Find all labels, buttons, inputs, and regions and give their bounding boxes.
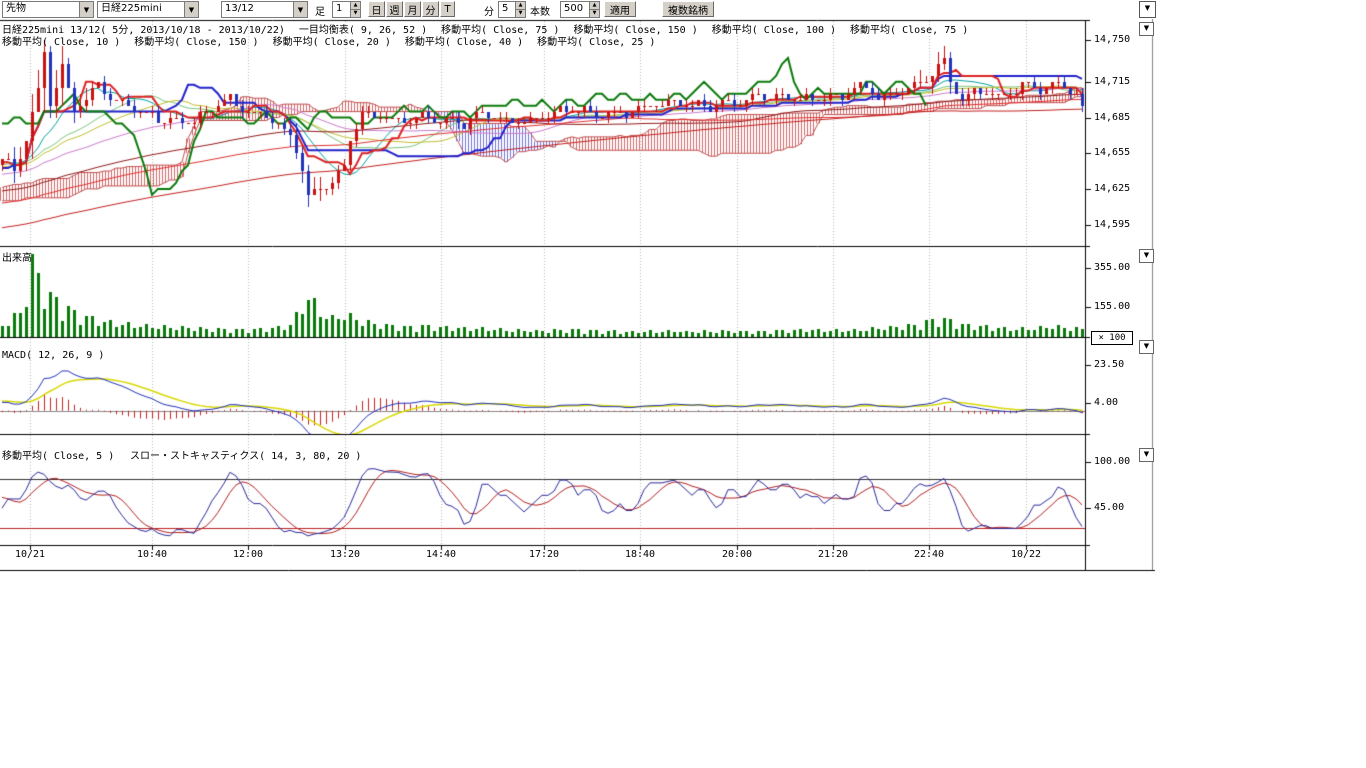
chevron-down-icon[interactable]: ▼ — [184, 2, 198, 17]
x-axis-label: 10/21 — [15, 549, 45, 560]
legend-item: 移動平均( Close, 25 ) — [537, 37, 655, 48]
trading-chart-window: 先物 ▼ 日経225mini ▼ 13/12 ▼ 足 1 ▲▼ 日 週 月 分 … — [0, 0, 1366, 768]
y-axis-label: 4.00 — [1094, 397, 1118, 408]
y-axis-label: 14,715 — [1094, 76, 1130, 87]
x-axis-label: 18:40 — [625, 549, 655, 560]
chevron-down-icon[interactable]: ▼ — [79, 2, 93, 17]
x-axis-label: 21:20 — [818, 549, 848, 560]
y-axis-label: 14,750 — [1094, 34, 1130, 45]
unit-month-button[interactable]: 月 — [404, 1, 421, 17]
macd-pane-label: MACD( 12, 26, 9 ) — [2, 350, 104, 361]
count-value: 500 — [561, 2, 589, 17]
spinner-arrows[interactable]: ▲▼ — [589, 2, 599, 17]
y-axis-label: 14,685 — [1094, 112, 1130, 123]
count-label: 本数 — [530, 3, 550, 18]
unit-day-button[interactable]: 日 — [368, 1, 385, 17]
volume-pane-label: 出来高 — [2, 249, 32, 264]
volume-multiplier-label: × 100 — [1091, 331, 1133, 345]
spin-up-icon: ▲ — [516, 2, 525, 9]
count-spinner[interactable]: 500 ▲▼ — [560, 1, 600, 18]
price-pane-dropdown-button[interactable]: ▼ — [1139, 22, 1154, 36]
x-axis-label: 22:40 — [914, 549, 944, 560]
bar-type-label: 足 — [315, 3, 325, 18]
y-axis-label: 100.00 — [1094, 456, 1130, 467]
y-axis-label: 45.00 — [1094, 502, 1124, 513]
y-axis-label: 14,625 — [1094, 183, 1130, 194]
window-dropdown-button[interactable]: ▼ — [1139, 1, 1156, 18]
legend-item: 移動平均( Close, 100 ) — [712, 25, 836, 36]
chart-canvas[interactable] — [0, 0, 1160, 575]
unit-tick-button[interactable]: T — [440, 1, 455, 17]
macd-pane-dropdown-button[interactable]: ▼ — [1139, 340, 1154, 354]
spin-down-icon: ▼ — [516, 9, 525, 17]
spin-up-icon: ▲ — [590, 2, 599, 9]
contract-month-select[interactable]: 13/12 ▼ — [221, 1, 308, 18]
legend-item: 移動平均( Close, 75 ) — [850, 25, 968, 36]
stoch-pane-label: スロー・ストキャスティクス( 14, 3, 80, 20 ) — [130, 447, 361, 462]
y-axis-label: 355.00 — [1094, 262, 1130, 273]
legend-item: 移動平均( Close, 40 ) — [405, 37, 523, 48]
x-axis-label: 20:00 — [722, 549, 752, 560]
bar-count-spinner[interactable]: 1 ▲▼ — [332, 1, 361, 18]
legend-item: 移動平均( Close, 20 ) — [273, 37, 391, 48]
interval-value: 5 — [499, 2, 515, 17]
x-axis-label: 10:40 — [137, 549, 167, 560]
x-axis-label: 12:00 — [233, 549, 263, 560]
x-axis-label: 17:20 — [529, 549, 559, 560]
instrument-type-value: 先物 — [3, 2, 79, 17]
unit-label: 分 — [484, 3, 494, 18]
y-axis-label: 14,655 — [1094, 147, 1130, 158]
spin-down-icon: ▼ — [351, 9, 360, 17]
toolbar: 先物 ▼ 日経225mini ▼ 13/12 ▼ 足 1 ▲▼ 日 週 月 分 … — [0, 0, 1366, 19]
multi-symbol-button[interactable]: 複数銘柄 — [662, 1, 714, 17]
instrument-select[interactable]: 日経225mini ▼ — [97, 1, 199, 18]
spin-up-icon: ▲ — [351, 2, 360, 9]
instrument-value: 日経225mini — [98, 2, 184, 17]
spinner-arrows[interactable]: ▲▼ — [515, 2, 525, 17]
x-axis-label: 14:40 — [426, 549, 456, 560]
y-axis-label: 14,595 — [1094, 219, 1130, 230]
y-axis-label: 23.50 — [1094, 359, 1124, 370]
stoch-ma-label: 移動平均( Close, 5 ) — [2, 447, 114, 462]
instrument-type-select[interactable]: 先物 ▼ — [2, 1, 94, 18]
stoch-pane-dropdown-button[interactable]: ▼ — [1139, 448, 1154, 462]
y-axis-label: 155.00 — [1094, 301, 1130, 312]
x-axis-label: 10/22 — [1011, 549, 1041, 560]
x-axis-label: 13:20 — [330, 549, 360, 560]
unit-minute-button[interactable]: 分 — [422, 1, 439, 17]
contract-month-value: 13/12 — [222, 2, 293, 17]
apply-button[interactable]: 適用 — [604, 1, 636, 17]
volume-pane-dropdown-button[interactable]: ▼ — [1139, 249, 1154, 263]
spinner-arrows[interactable]: ▲▼ — [350, 2, 360, 17]
chart-legend-row2: 移動平均( Close, 10 ) 移動平均( Close, 150 ) 移動平均(… — [2, 33, 669, 48]
legend-item: 移動平均( Close, 10 ) — [2, 37, 120, 48]
interval-spinner[interactable]: 5 ▲▼ — [498, 1, 526, 18]
chevron-down-icon[interactable]: ▼ — [293, 2, 307, 17]
spin-down-icon: ▼ — [590, 9, 599, 17]
unit-week-button[interactable]: 週 — [386, 1, 403, 17]
bar-count-value: 1 — [333, 2, 350, 17]
legend-item: 移動平均( Close, 150 ) — [134, 37, 258, 48]
